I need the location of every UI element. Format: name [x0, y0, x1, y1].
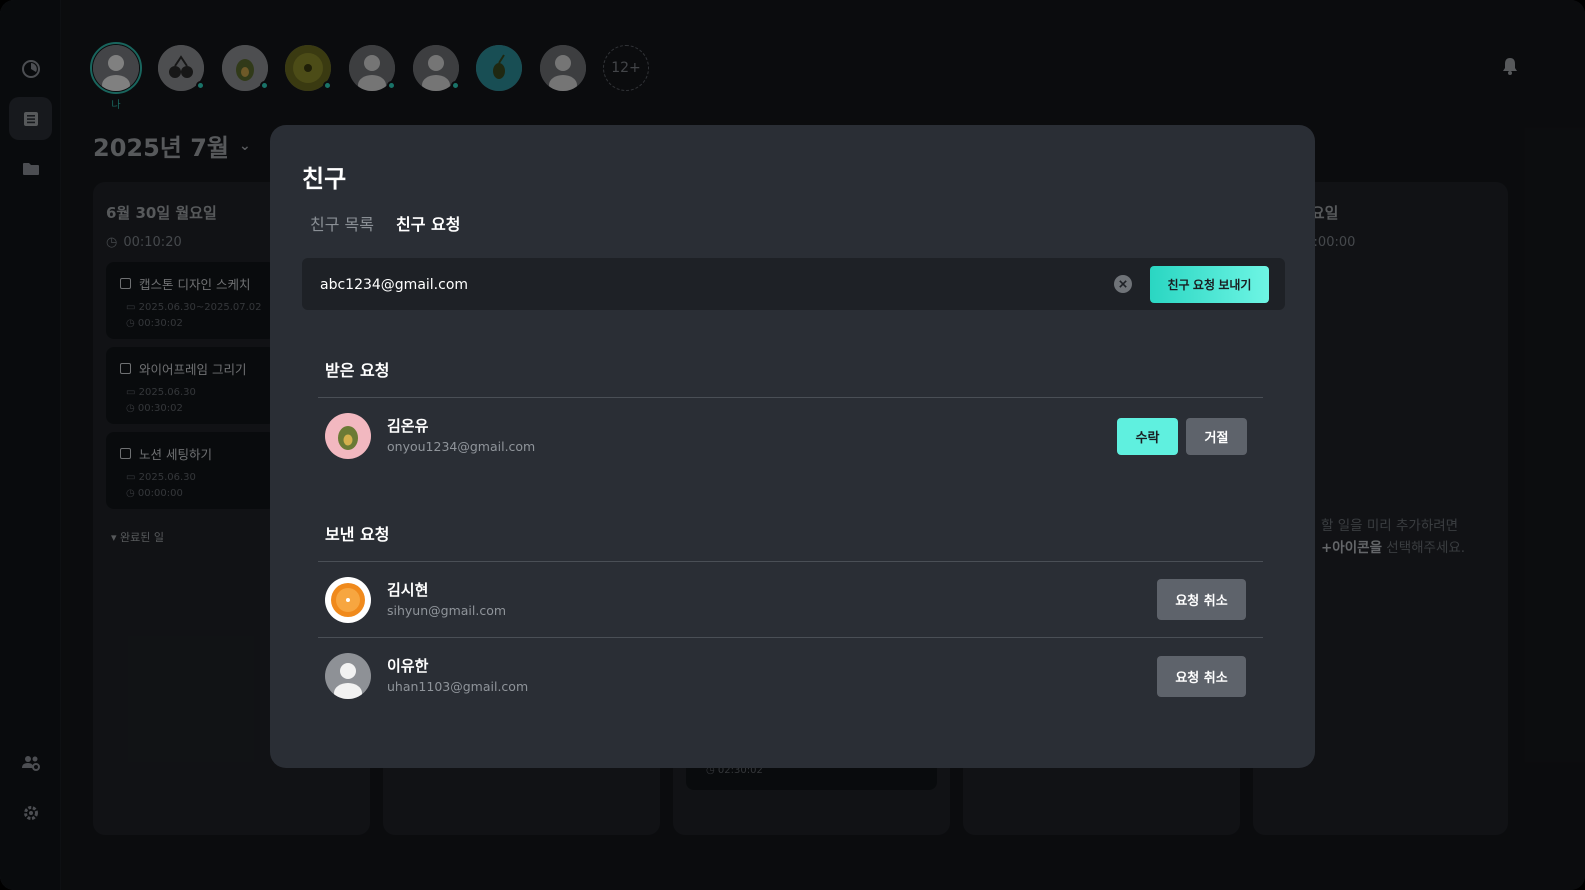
cancel-request-button[interactable]: 요청 취소 — [1157, 579, 1246, 620]
email-input[interactable] — [320, 274, 1110, 296]
list-item: 이유한 uhan1103@gmail.com 요청 취소 — [325, 651, 1255, 703]
friend-email: onyou1234@gmail.com — [387, 439, 536, 454]
friend-request-form: 친구 요청 보내기 — [302, 258, 1285, 310]
modal-title: 친구 — [302, 165, 347, 193]
divider — [318, 637, 1263, 638]
send-request-button[interactable]: 친구 요청 보내기 — [1150, 266, 1269, 303]
list-item: 김시현 sihyun@gmail.com 요청 취소 — [325, 575, 1255, 627]
friend-email: sihyun@gmail.com — [387, 603, 507, 618]
received-requests-title: 받은 요청 — [325, 361, 390, 380]
divider — [318, 561, 1263, 562]
friend-name: 이유한 — [387, 657, 429, 675]
avatar — [325, 413, 371, 459]
friend-name: 김온유 — [387, 417, 429, 435]
divider — [318, 397, 1263, 398]
avatar — [325, 577, 371, 623]
friend-name: 김시현 — [387, 581, 429, 599]
app-window: 나 12+ 2025년 7월 ⌄ 6월 30일 월요일 ◷ 00:10:20 캡… — [0, 0, 1585, 890]
accept-button[interactable]: 수락 — [1117, 418, 1178, 455]
friends-modal: 친구 친구 목록 친구 요청 친구 요청 보내기 받은 요청 김온유 onyou… — [270, 125, 1315, 768]
clear-icon[interactable] — [1114, 275, 1132, 293]
modal-tabs: 친구 목록 친구 요청 — [310, 211, 460, 235]
friend-email: uhan1103@gmail.com — [387, 679, 529, 694]
avatar — [325, 653, 371, 699]
tab-friend-requests[interactable]: 친구 요청 — [396, 211, 460, 235]
list-item: 김온유 onyou1234@gmail.com 수락 거절 — [325, 411, 1255, 463]
sent-requests-title: 보낸 요청 — [325, 525, 390, 544]
cancel-request-button[interactable]: 요청 취소 — [1157, 656, 1246, 697]
reject-button[interactable]: 거절 — [1186, 418, 1247, 455]
tab-friend-list[interactable]: 친구 목록 — [310, 211, 374, 235]
